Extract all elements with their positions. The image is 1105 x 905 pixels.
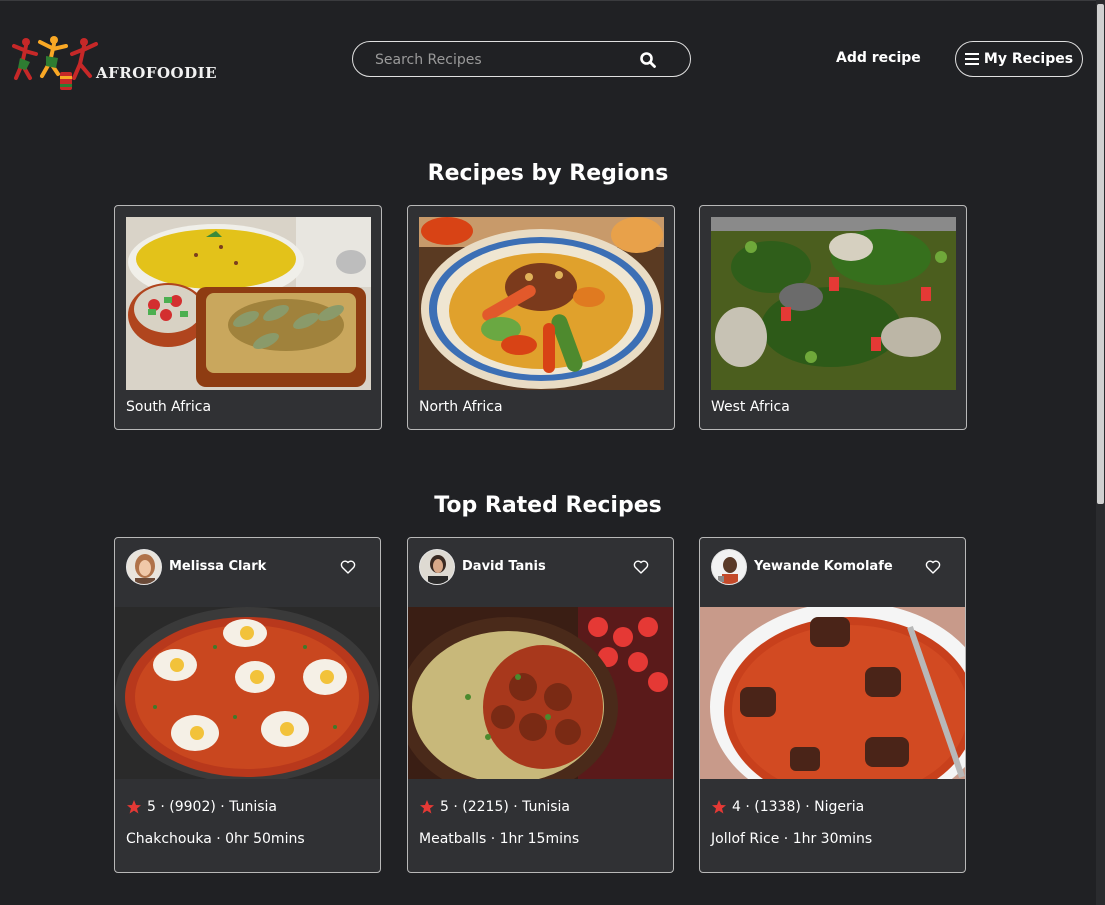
add-recipe-link[interactable]: Add recipe bbox=[836, 50, 921, 66]
recipe-title[interactable]: Chakchouka · 0hr 50mins bbox=[126, 831, 305, 847]
recipe-rating-meta: 4 · (1338) · Nigeria bbox=[711, 799, 864, 815]
my-recipes-button[interactable]: My Recipes bbox=[955, 41, 1083, 77]
recipe-card-jollof-rice[interactable]: Yewande Komolafe 4 · (1338) · Nigeria Jo… bbox=[699, 537, 966, 873]
top-rated-section-title: Top Rated Recipes bbox=[434, 493, 662, 518]
region-card-south-africa[interactable]: South Africa bbox=[114, 205, 382, 430]
star-icon bbox=[420, 800, 434, 814]
star-icon bbox=[127, 800, 141, 814]
rating-text: 5 · (9902) · Tunisia bbox=[147, 799, 277, 815]
author-name[interactable]: David Tanis bbox=[462, 559, 546, 574]
author-name[interactable]: Yewande Komolafe bbox=[754, 559, 893, 574]
author-avatar bbox=[126, 549, 162, 585]
recipe-title[interactable]: Meatballs · 1hr 15mins bbox=[419, 831, 579, 847]
regions-section-title: Recipes by Regions bbox=[427, 161, 669, 186]
menu-icon bbox=[964, 53, 979, 65]
rating-text: 5 · (2215) · Tunisia bbox=[440, 799, 570, 815]
recipe-rating-meta: 5 · (9902) · Tunisia bbox=[126, 799, 277, 815]
rating-text: 4 · (1338) · Nigeria bbox=[732, 799, 865, 815]
search-input[interactable] bbox=[375, 50, 625, 70]
recipe-title[interactable]: Jollof Rice · 1hr 30mins bbox=[711, 831, 872, 847]
search-bar[interactable] bbox=[352, 41, 691, 77]
region-card-north-africa[interactable]: North Africa bbox=[407, 205, 675, 430]
scrollbar-thumb[interactable] bbox=[1097, 4, 1104, 504]
my-recipes-label: My Recipes bbox=[983, 51, 1074, 67]
page-scrollbar[interactable] bbox=[1096, 0, 1105, 905]
favorite-heart-icon[interactable] bbox=[340, 559, 356, 575]
south-africa-food-image bbox=[126, 217, 371, 390]
recipe-card-chakchouka[interactable]: Melissa Clark 5 · (9902) · Tunisia Chakc… bbox=[114, 537, 381, 873]
meatballs-image bbox=[408, 607, 673, 779]
region-label: North Africa bbox=[419, 399, 503, 415]
region-label: South Africa bbox=[126, 399, 212, 415]
logo-wordmark: AFROFOODIE bbox=[96, 64, 218, 82]
region-label: West Africa bbox=[711, 399, 790, 415]
chakchouka-image bbox=[115, 607, 380, 779]
west-africa-food-image bbox=[711, 217, 956, 390]
search-icon[interactable] bbox=[639, 51, 657, 69]
favorite-heart-icon[interactable] bbox=[633, 559, 649, 575]
favorite-heart-icon[interactable] bbox=[925, 559, 941, 575]
star-icon bbox=[712, 800, 726, 814]
author-avatar bbox=[711, 549, 747, 585]
north-africa-food-image bbox=[419, 217, 664, 390]
recipe-card-meatballs[interactable]: David Tanis 5 · (2215) · Tunisia Meatbal… bbox=[407, 537, 674, 873]
window-top-border bbox=[0, 0, 1105, 1]
dancers-logo-icon bbox=[12, 36, 98, 90]
region-card-west-africa[interactable]: West Africa bbox=[699, 205, 967, 430]
jollof-rice-image bbox=[700, 607, 965, 779]
author-name[interactable]: Melissa Clark bbox=[169, 559, 266, 574]
author-avatar bbox=[419, 549, 455, 585]
recipe-rating-meta: 5 · (2215) · Tunisia bbox=[419, 799, 570, 815]
